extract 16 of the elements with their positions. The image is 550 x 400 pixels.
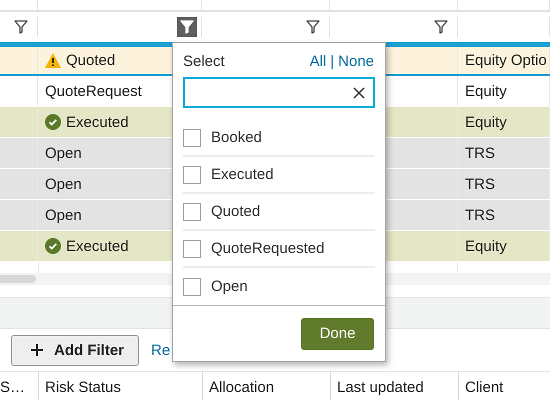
table-cell: Equity Optio — [465, 52, 547, 69]
table-cell: TRS — [465, 176, 495, 192]
table-cell: Equity — [465, 238, 507, 254]
table-cell: Open — [45, 144, 82, 162]
popup-title: Select — [183, 53, 225, 72]
table-cell: TRS — [465, 144, 495, 162]
table-cell: Open — [45, 206, 82, 224]
table-cell: Executed — [66, 238, 129, 254]
table-cell: Equity — [465, 114, 507, 130]
table-cell: Equity — [465, 82, 507, 100]
table-cell: TRS — [465, 206, 495, 224]
table-cell: QuoteRequest — [45, 82, 142, 100]
table-cell: Quoted — [66, 52, 116, 69]
table-cell: Executed — [66, 114, 129, 130]
separator: | — [330, 53, 334, 72]
table-cell: Open — [45, 176, 82, 192]
